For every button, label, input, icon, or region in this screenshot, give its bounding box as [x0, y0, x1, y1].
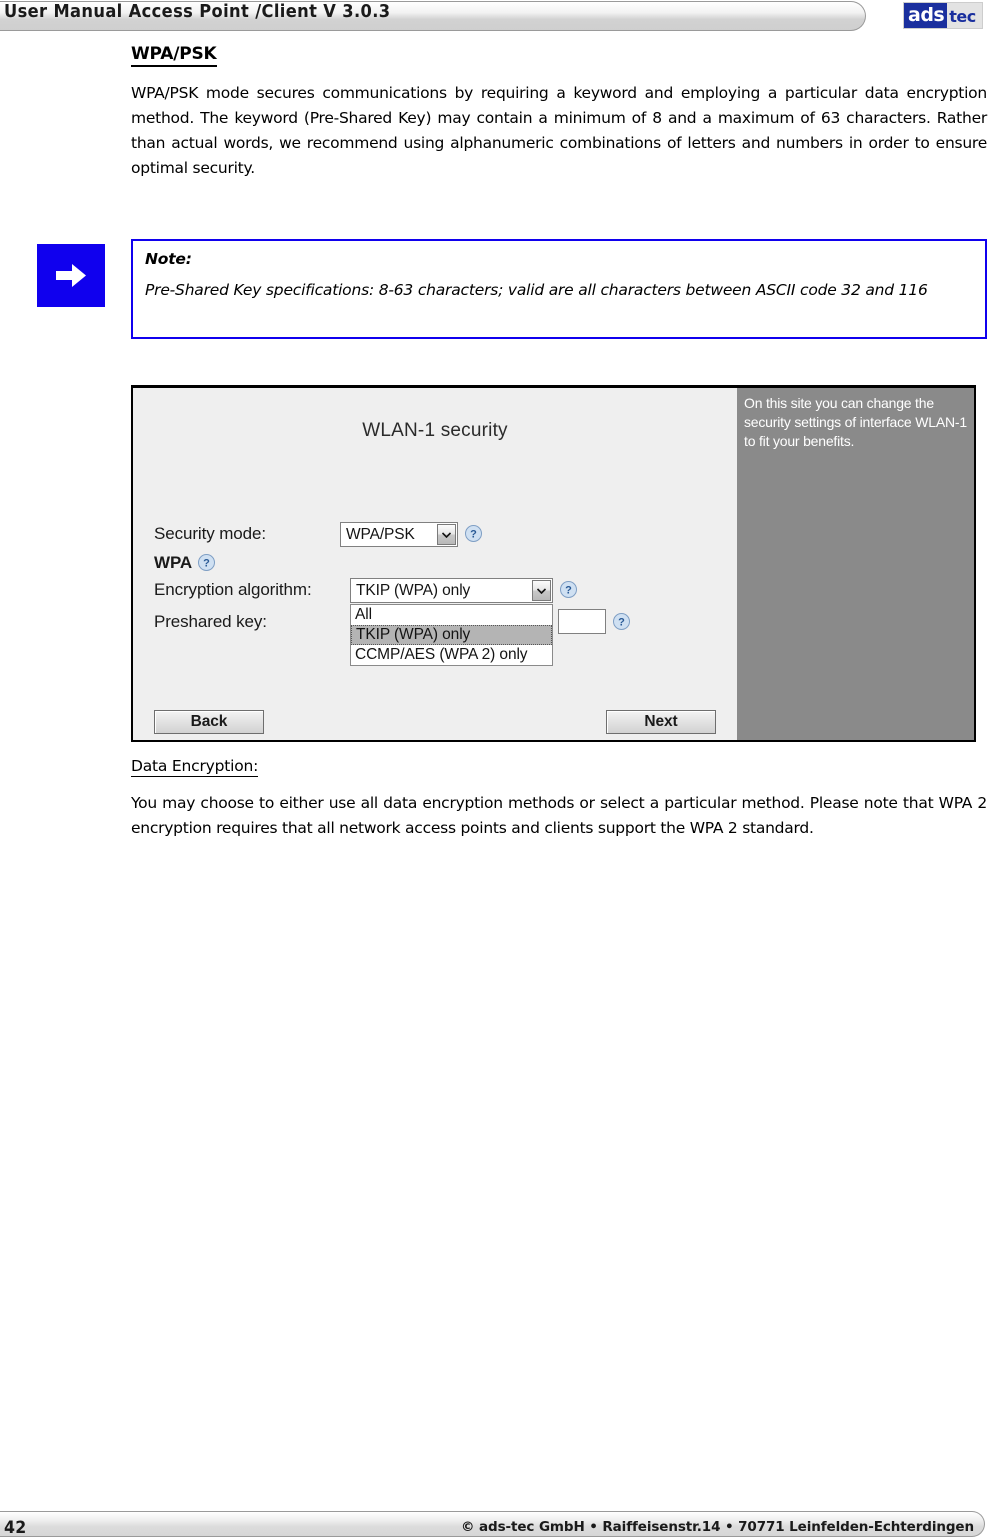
wlan-security-screenshot: On this site you can change the security… [131, 385, 976, 742]
copyright-notice: © ads-tec GmbH • Raiffeisenstr.14 • 7077… [461, 1519, 974, 1535]
screenshot-page-heading: WLAN-1 security [362, 420, 508, 441]
intro-paragraph: WPA/PSK mode secures communications by r… [131, 84, 987, 177]
back-button[interactable]: Back [154, 710, 264, 734]
security-mode-label: Security mode: [154, 524, 266, 543]
encryption-algorithm-select[interactable]: TKIP (WPA) only [350, 578, 553, 603]
data-encryption-paragraph: You may choose to either use all data en… [131, 794, 987, 837]
dropdown-option-all[interactable]: All [351, 605, 552, 625]
svg-text:?: ? [470, 529, 477, 541]
chevron-down-icon[interactable] [437, 524, 456, 545]
page-header: User Manual Access Point /Client V 3.0.3… [0, 0, 988, 36]
svg-text:?: ? [565, 585, 572, 597]
question-mark-help-icon[interactable]: ? [560, 581, 577, 598]
question-mark-help-icon[interactable]: ? [613, 613, 630, 630]
preshared-key-input[interactable] [558, 609, 606, 634]
svg-text:?: ? [203, 558, 210, 570]
next-button[interactable]: Next [606, 710, 716, 734]
note-box: Note: Pre-Shared Key specifications: 8-6… [131, 239, 987, 339]
security-mode-value: WPA/PSK [346, 525, 415, 543]
security-mode-select[interactable]: WPA/PSK [340, 522, 458, 547]
wpa-label: WPA [154, 553, 193, 572]
page-footer: 42 © ads-tec GmbH • Raiffeisenstr.14 • 7… [0, 1504, 988, 1540]
svg-text:?: ? [618, 617, 625, 629]
sidebar-help-text: On this site you can change the security… [744, 395, 967, 449]
question-mark-help-icon[interactable]: ? [465, 525, 482, 542]
question-mark-help-icon[interactable]: ? [198, 554, 215, 571]
dropdown-option-ccmp-aes[interactable]: CCMP/AES (WPA 2) only [351, 645, 552, 665]
document-title: User Manual Access Point /Client V 3.0.3 [4, 2, 391, 22]
encryption-algorithm-dropdown-list[interactable]: All TKIP (WPA) only CCMP/AES (WPA 2) onl… [350, 604, 553, 666]
arrow-right-icon [37, 244, 105, 307]
encryption-algorithm-label: Encryption algorithm: [154, 580, 312, 599]
data-encryption-heading: Data Encryption: [131, 757, 259, 777]
page-number: 42 [4, 1518, 27, 1538]
main-content: WPA/PSK WPA/PSK mode secures communicati… [131, 44, 987, 187]
note-callout: Note: Pre-Shared Key specifications: 8-6… [0, 239, 988, 349]
preshared-key-label: Preshared key: [154, 612, 267, 631]
logo-text-ads: ads [904, 3, 948, 28]
page-title: WPA/PSK [131, 44, 217, 67]
note-text: Pre-Shared Key specifications: 8-63 char… [145, 281, 928, 299]
logo-text-tec: tec [947, 3, 982, 28]
screenshot-help-sidebar: On this site you can change the security… [737, 388, 974, 740]
encryption-algorithm-value: TKIP (WPA) only [356, 581, 471, 599]
chevron-down-icon[interactable] [532, 580, 551, 601]
data-encryption-section: Data Encryption: You may choose to eithe… [131, 757, 987, 847]
ads-tec-logo: ads tec [903, 2, 983, 29]
note-label: Note: [145, 250, 192, 268]
dropdown-option-tkip[interactable]: TKIP (WPA) only [351, 625, 552, 645]
